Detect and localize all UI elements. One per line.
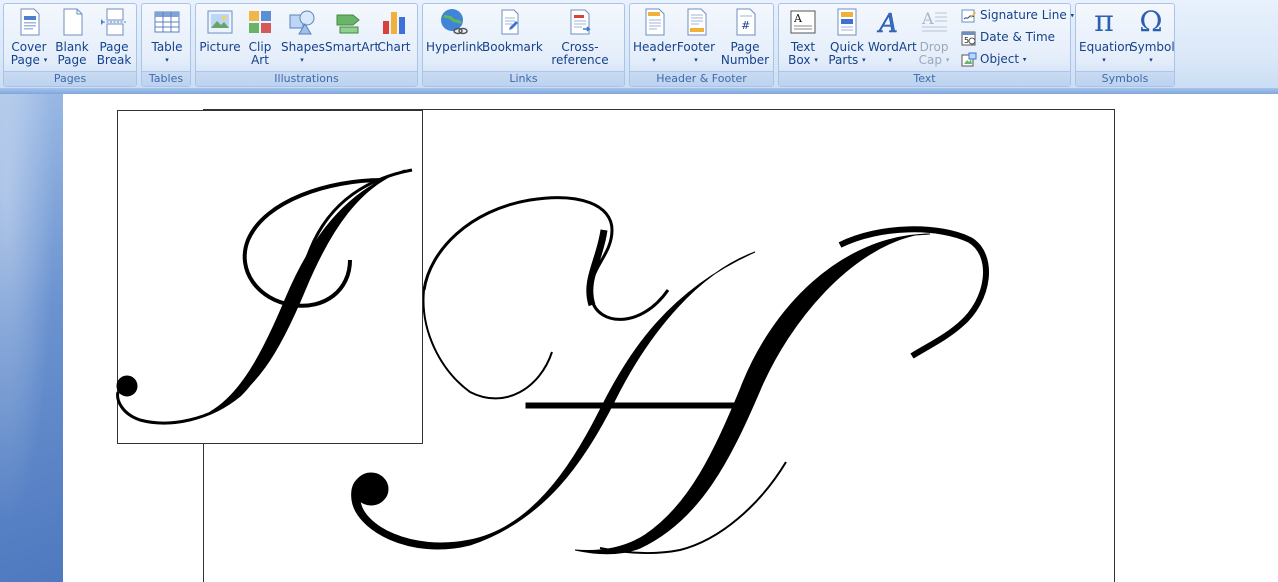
letter-j-frame[interactable] bbox=[117, 110, 423, 444]
monogram-art[interactable] bbox=[0, 0, 1278, 582]
letter-h-drawing bbox=[351, 196, 989, 555]
